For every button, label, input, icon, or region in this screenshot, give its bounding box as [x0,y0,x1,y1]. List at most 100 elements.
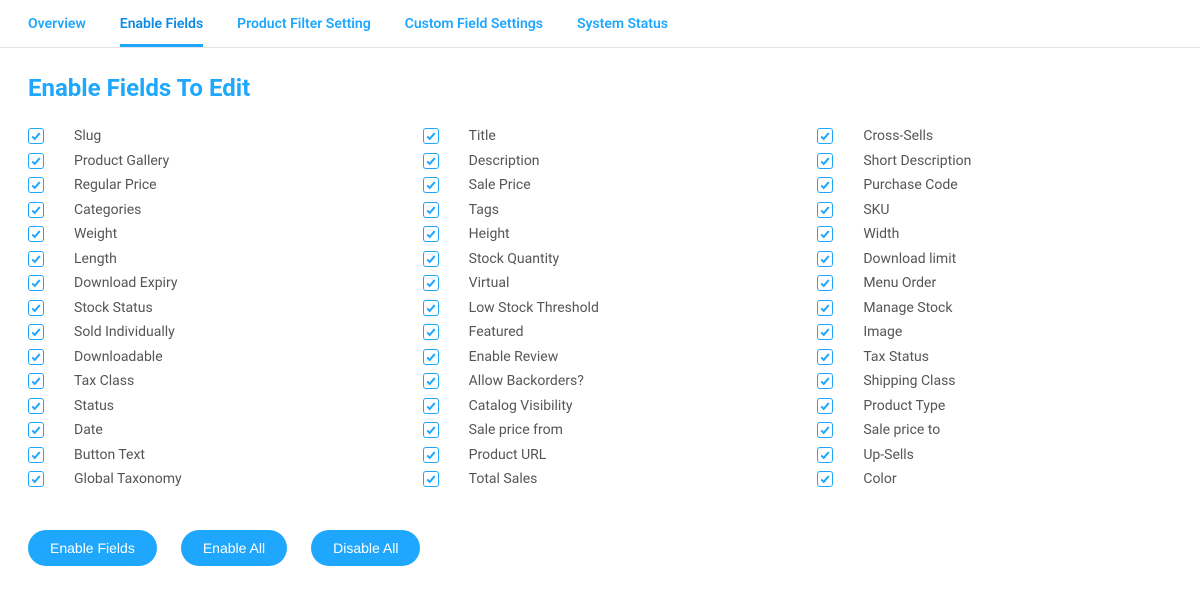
field-row: Button Text [28,443,383,468]
field-row: Stock Quantity [423,247,778,272]
field-checkbox[interactable] [817,324,833,340]
field-row: Allow Backorders? [423,369,778,394]
field-label: Featured [469,324,524,340]
field-row: Download Expiry [28,271,383,296]
field-row: Manage Stock [817,296,1172,321]
field-row: Catalog Visibility [423,394,778,419]
field-checkbox[interactable] [28,177,44,193]
field-label: Stock Quantity [469,251,560,267]
field-label: Low Stock Threshold [469,300,599,316]
field-row: Product Type [817,394,1172,419]
field-row: Status [28,394,383,419]
field-checkbox[interactable] [28,398,44,414]
field-checkbox[interactable] [817,398,833,414]
enable-all-button[interactable]: Enable All [181,530,287,566]
field-checkbox[interactable] [423,447,439,463]
field-checkbox[interactable] [423,349,439,365]
field-label: Weight [74,226,117,242]
field-row: Regular Price [28,173,383,198]
field-checkbox[interactable] [423,177,439,193]
fields-column: Cross-Sells Short DescriptionPurchase Cod… [817,124,1172,492]
field-row: Enable Review [423,345,778,370]
tab-system-status[interactable]: System Status [577,10,668,47]
tab-enable-fields[interactable]: Enable Fields [120,10,203,47]
field-checkbox[interactable] [28,324,44,340]
field-row: Up-Sells [817,443,1172,468]
field-checkbox[interactable] [423,324,439,340]
field-row: Sale Price [423,173,778,198]
tab-bar: Overview Enable Fields Product Filter Se… [0,0,1200,48]
page-title: Enable Fields To Edit [28,74,1172,102]
field-row: Purchase Code [817,173,1172,198]
field-checkbox[interactable] [817,471,833,487]
field-checkbox[interactable] [28,153,44,169]
field-label: Product Type [863,398,945,414]
field-checkbox[interactable] [817,275,833,291]
field-checkbox[interactable] [423,226,439,242]
field-row: Width [817,222,1172,247]
field-checkbox[interactable] [423,202,439,218]
field-checkbox[interactable] [817,300,833,316]
field-checkbox[interactable] [28,275,44,291]
field-checkbox[interactable] [28,447,44,463]
field-checkbox[interactable] [28,128,44,144]
field-label: Sale price from [469,422,563,438]
tab-overview[interactable]: Overview [28,10,86,47]
field-checkbox[interactable] [817,177,833,193]
tab-product-filter[interactable]: Product Filter Setting [237,10,371,47]
field-checkbox[interactable] [817,128,833,144]
field-row: Categories [28,198,383,223]
field-checkbox[interactable] [423,128,439,144]
field-label: Sale price to [863,422,940,438]
field-checkbox[interactable] [28,226,44,242]
field-checkbox[interactable] [28,349,44,365]
field-checkbox[interactable] [28,373,44,389]
field-checkbox[interactable] [423,373,439,389]
field-checkbox[interactable] [28,202,44,218]
field-checkbox[interactable] [28,251,44,267]
field-checkbox[interactable] [817,422,833,438]
field-label: Up-Sells [863,447,914,463]
field-label: Image [863,324,902,340]
field-checkbox[interactable] [28,300,44,316]
tab-custom-field[interactable]: Custom Field Settings [405,10,543,47]
field-row: Virtual [423,271,778,296]
field-checkbox[interactable] [423,153,439,169]
field-label: Cross-Sells [863,128,933,144]
field-checkbox[interactable] [28,422,44,438]
field-label: Title [469,128,496,144]
field-row: Low Stock Threshold [423,296,778,321]
disable-all-button[interactable]: Disable All [311,530,420,566]
field-row: Shipping Class [817,369,1172,394]
field-row: Title [423,124,778,149]
field-label: Shipping Class [863,373,955,389]
field-row: Stock Status [28,296,383,321]
field-label: Total Sales [469,471,538,487]
field-checkbox[interactable] [817,349,833,365]
field-checkbox[interactable] [817,226,833,242]
field-checkbox[interactable] [423,398,439,414]
field-label: Product Gallery [74,153,169,169]
action-buttons: Enable Fields Enable All Disable All [28,530,1172,566]
field-checkbox[interactable] [817,153,833,169]
field-checkbox[interactable] [423,422,439,438]
field-checkbox[interactable] [423,471,439,487]
field-label: Slug [74,128,101,144]
field-checkbox[interactable] [423,251,439,267]
field-label: Date [74,422,103,438]
field-checkbox[interactable] [28,471,44,487]
field-checkbox[interactable] [817,373,833,389]
field-row: Description [423,149,778,174]
field-row: Weight [28,222,383,247]
field-checkbox[interactable] [817,202,833,218]
field-label: Downloadable [74,349,163,365]
field-row: Download limit [817,247,1172,272]
enable-fields-button[interactable]: Enable Fields [28,530,157,566]
field-checkbox[interactable] [817,251,833,267]
field-checkbox[interactable] [423,275,439,291]
field-checkbox[interactable] [423,300,439,316]
field-row: Sale price from [423,418,778,443]
field-row: Short Description [817,149,1172,174]
field-checkbox[interactable] [817,447,833,463]
field-label: Manage Stock [863,300,952,316]
